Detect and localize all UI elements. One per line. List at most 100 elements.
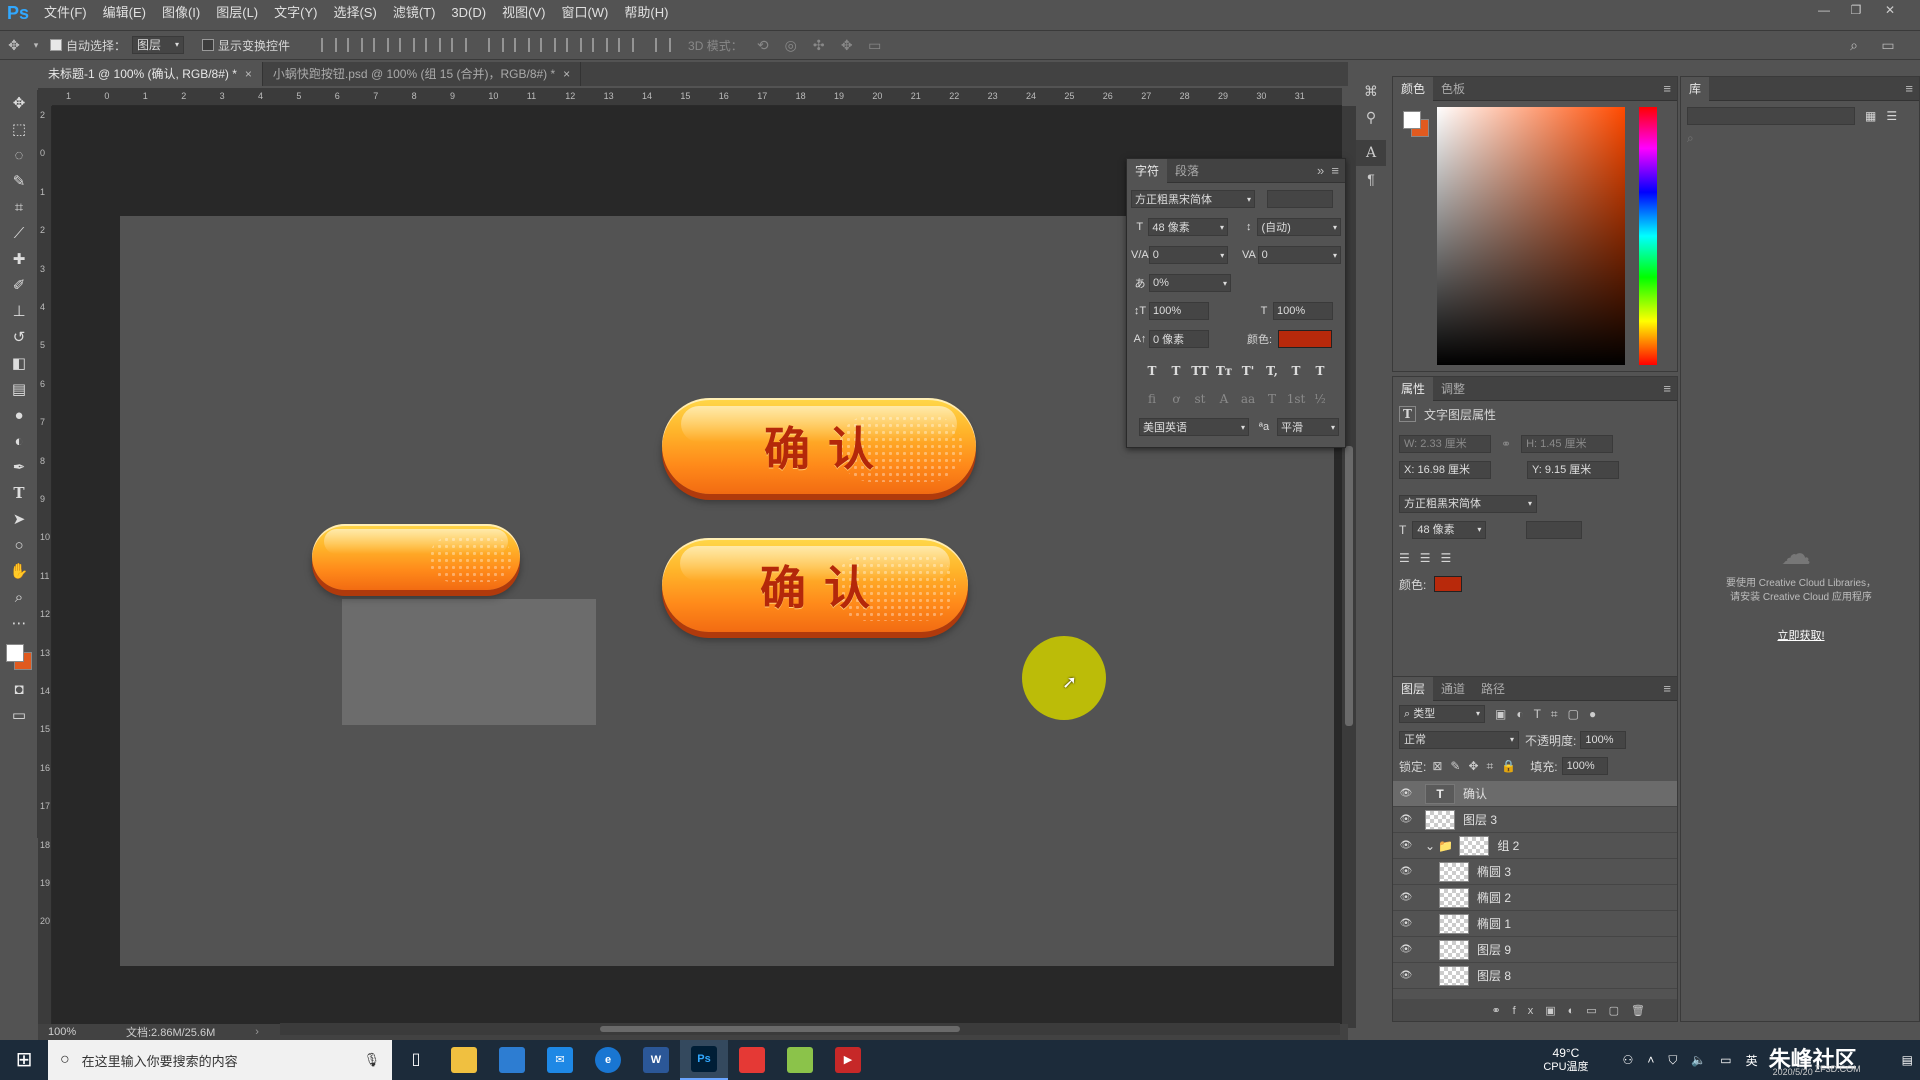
healing-brush-tool-icon[interactable]: ✚ — [0, 246, 38, 272]
x-field[interactable]: X: 16.98 厘米 — [1399, 461, 1491, 479]
distribute-right-icon[interactable] — [618, 38, 635, 52]
distribute-left-icon[interactable] — [566, 38, 583, 52]
close-icon[interactable]: × — [563, 67, 570, 81]
zoom-tool-icon[interactable]: ⌕ — [0, 584, 38, 610]
zoom-level[interactable]: 100% — [38, 1026, 98, 1038]
align-bottom-icon[interactable] — [373, 38, 390, 52]
chevron-up-icon[interactable]: ˄ — [1640, 1053, 1661, 1067]
align-right-icon[interactable] — [451, 38, 468, 52]
tab-swatches[interactable]: 色板 — [1433, 77, 1473, 101]
hand-tool-icon[interactable]: ✋ — [0, 558, 38, 584]
opentype-button[interactable]: T — [1260, 392, 1284, 406]
foreground-color-swatch[interactable] — [6, 644, 24, 662]
more-tools-icon[interactable]: ⋯ — [0, 610, 38, 636]
windows-start-icon[interactable]: ⊞ — [0, 1040, 48, 1080]
distribute-top-icon[interactable] — [488, 38, 505, 52]
quick-select-tool-icon[interactable]: ✎ — [0, 168, 38, 194]
grid-view-icon[interactable]: ▦ — [1865, 109, 1876, 123]
blend-mode-select[interactable]: 正常 ▾ — [1399, 731, 1519, 749]
tab-paths[interactable]: 路径 — [1473, 677, 1513, 701]
menu-item[interactable]: 选择(S) — [325, 0, 384, 26]
roll-3d-icon[interactable]: ◎ — [780, 35, 802, 55]
baseline-shift-field[interactable]: 0 像素 — [1149, 330, 1209, 348]
layer-row[interactable]: 👁 图层 3 — [1393, 807, 1677, 833]
prop-font-select[interactable]: 方正粗黑宋简体 ▾ — [1399, 495, 1537, 513]
drag-3d-icon[interactable]: ✣ — [808, 35, 830, 55]
eye-icon[interactable]: 👁 — [1393, 814, 1419, 825]
foreground-color-swatch[interactable] — [1403, 111, 1421, 129]
panel-menu-icon[interactable]: ≡ — [1663, 681, 1671, 696]
character-panel-icon[interactable]: A — [1356, 140, 1386, 166]
brush-settings-icon[interactable]: ⚲ — [1356, 104, 1386, 130]
eye-icon[interactable]: 👁 — [1393, 788, 1419, 799]
kerning-field[interactable]: 0 ▾ — [1148, 246, 1229, 264]
panel-menu-icon[interactable]: ≡ — [1663, 81, 1671, 96]
prop-style-select[interactable] — [1526, 521, 1583, 539]
auto-select-dropdown[interactable]: 图层 ▾ — [132, 36, 185, 54]
height-field[interactable]: H: 1.45 厘米 — [1521, 435, 1614, 453]
menu-item[interactable]: 窗口(W) — [553, 0, 616, 26]
menu-item[interactable]: 帮助(H) — [616, 0, 676, 26]
history-brush-tool-icon[interactable]: ↺ — [0, 324, 38, 350]
faux-style-button[interactable]: T — [1140, 364, 1164, 378]
media-app-icon[interactable] — [728, 1040, 776, 1080]
cpu-temp[interactable]: 49°C CPU温度 — [1536, 1046, 1595, 1074]
faux-style-button[interactable]: T' — [1236, 364, 1260, 378]
workspace-icon[interactable]: ▭ — [1877, 35, 1899, 55]
tab-button-psd[interactable]: 小蜗快跑按钮.psd @ 100% (组 15 (合并)，RGB/8#) * × — [263, 62, 582, 86]
distribute-bottom-icon[interactable] — [540, 38, 557, 52]
vertical-scale-field[interactable]: 100% — [1149, 302, 1209, 320]
opentype-button[interactable]: aa — [1236, 392, 1260, 406]
camera-3d-icon[interactable]: ▭ — [864, 35, 886, 55]
tracking-field[interactable]: 0 ▾ — [1257, 246, 1341, 264]
eye-icon[interactable]: 👁 — [1393, 840, 1419, 851]
tab-untitled[interactable]: 未标题-1 @ 100% (确认, RGB/8#) * × — [38, 62, 263, 86]
layer-row[interactable]: 👁 椭圆 3 — [1393, 859, 1677, 885]
restore-button[interactable]: ❐ — [1842, 0, 1870, 22]
link-icon[interactable]: ⚭ — [1501, 437, 1511, 451]
people-icon[interactable]: ⚇ — [1616, 1053, 1641, 1067]
orbit-3d-icon[interactable]: ⟲ — [752, 35, 774, 55]
history-panel-icon[interactable]: ⌘ — [1356, 78, 1386, 104]
show-transform-checkbox[interactable] — [202, 39, 215, 51]
blur-tool-icon[interactable]: ● — [0, 402, 38, 428]
prop-size-select[interactable]: 48 像素 ▾ — [1412, 521, 1487, 539]
auto-select-checkbox[interactable] — [50, 39, 62, 51]
layer-row[interactable]: 👁 T 确认 — [1393, 781, 1677, 807]
move-tool-icon[interactable]: ✥ — [0, 90, 38, 116]
notifications-icon[interactable]: ▤ — [1895, 1053, 1920, 1067]
panel-menu-icon[interactable]: ≡ — [1905, 81, 1913, 96]
tab-character[interactable]: 字符 — [1127, 158, 1168, 183]
auto-align-icon[interactable] — [655, 38, 672, 52]
color-swatches[interactable] — [0, 636, 38, 676]
fill-field[interactable]: 100% — [1561, 757, 1608, 775]
menu-item[interactable]: 图像(I) — [154, 0, 208, 26]
layers-footer-buttons[interactable]: ⚭fx▣◐▭▢🗑 — [1393, 999, 1677, 1021]
notes-app-icon[interactable] — [776, 1040, 824, 1080]
eye-icon[interactable]: 👁 — [1393, 866, 1419, 877]
opentype-button[interactable]: ½ — [1308, 392, 1332, 406]
tab-paragraph[interactable]: 段落 — [1167, 159, 1207, 183]
faux-style-button[interactable]: T — [1164, 364, 1188, 378]
faux-style-button[interactable]: T — [1308, 364, 1332, 378]
tsume-field[interactable]: 0% ▾ — [1149, 274, 1231, 292]
layer-filter-select[interactable]: ⌕ 类型 ▾ — [1399, 705, 1485, 723]
hue-slider[interactable] — [1639, 107, 1657, 365]
faux-style-button[interactable]: Tт — [1212, 364, 1236, 378]
layer-row[interactable]: 👁 图层 8 — [1393, 963, 1677, 989]
distribute-hcenter-icon[interactable] — [592, 38, 609, 52]
eye-icon[interactable]: 👁 — [1393, 970, 1419, 981]
video-app-icon[interactable]: ▶ — [824, 1040, 872, 1080]
font-size-field[interactable]: 48 像素 ▾ — [1148, 218, 1229, 236]
get-now-link[interactable]: 立即获取! — [1681, 627, 1920, 643]
color-picker-field[interactable] — [1437, 107, 1625, 365]
tab-color[interactable]: 颜色 — [1393, 76, 1434, 101]
scroll-thumb[interactable] — [1345, 446, 1353, 726]
align-hcenter-icon[interactable] — [425, 38, 442, 52]
faux-style-button[interactable]: T — [1284, 364, 1308, 378]
eraser-tool-icon[interactable]: ◧ — [0, 350, 38, 376]
distribute-vcenter-icon[interactable] — [514, 38, 531, 52]
microphone-icon[interactable]: 🎙 — [363, 1052, 380, 1068]
layer-row[interactable]: 👁 椭圆 1 — [1393, 911, 1677, 937]
menu-item[interactable]: 编辑(E) — [95, 0, 154, 26]
